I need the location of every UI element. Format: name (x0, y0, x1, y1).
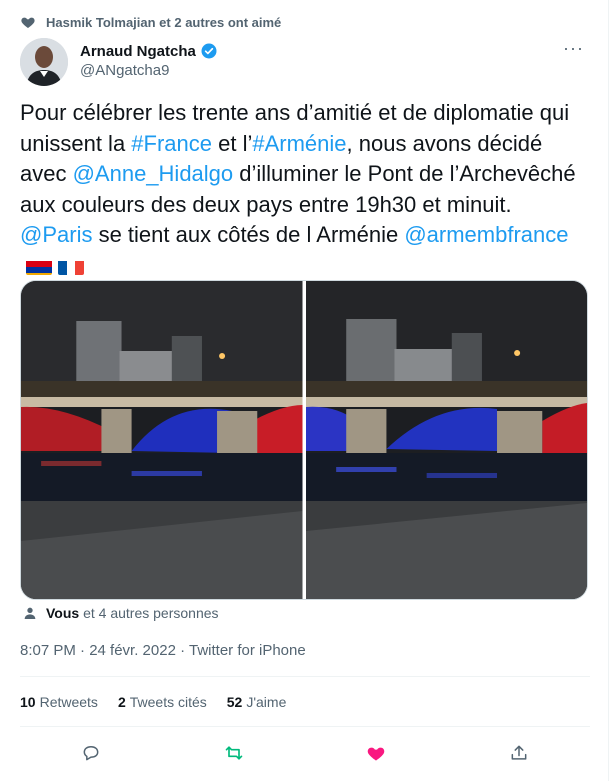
social-context-text: Hasmik Tolmajian et 2 autres ont aimé (46, 14, 282, 30)
mention-armembfrance[interactable]: @armembfrance (404, 222, 568, 247)
likers-rest: et 4 autres personnes (83, 605, 219, 621)
retweets-label: Retweets (39, 694, 98, 710)
divider (20, 726, 590, 727)
tweet-text-segment: se tient aux côtés de l Arménie (92, 222, 405, 247)
author-display-name[interactable]: Arnaud Ngatcha (80, 43, 196, 60)
tweet-card: Hasmik Tolmajian et 2 autres ont aimé Ar… (0, 0, 609, 781)
quotes-label: Tweets cités (129, 694, 207, 710)
retweets-count: 10 (20, 694, 36, 710)
tweet-text: Pour célébrer les trente ans d’amitié et… (20, 98, 590, 281)
divider (20, 676, 590, 677)
likes-label: J'aime (246, 694, 287, 710)
author-block[interactable]: Arnaud Ngatcha @ANgatcha9 (20, 38, 218, 86)
likes-stat[interactable]: 52 J'aime (227, 694, 287, 710)
heart-icon (21, 17, 35, 28)
author-handle[interactable]: @ANgatcha9 (80, 62, 218, 79)
mention-anne-hidalgo[interactable]: @Anne_Hidalgo (73, 161, 234, 186)
hashtag-france[interactable]: #France (131, 131, 212, 156)
quote-tweets-stat[interactable]: 2 Tweets cités (118, 694, 207, 710)
retweet-icon[interactable] (214, 738, 254, 768)
likes-count: 52 (226, 694, 243, 710)
action-bar (20, 738, 590, 768)
likers-bold: Vous (46, 605, 80, 621)
armenia-flag-icon (26, 257, 52, 275)
retweets-stat[interactable]: 10 Retweets (20, 694, 98, 710)
like-icon[interactable] (356, 738, 396, 768)
social-context[interactable]: Hasmik Tolmajian et 2 autres ont aimé (20, 14, 281, 30)
mention-paris[interactable]: @Paris (20, 222, 92, 247)
verified-badge-icon (201, 43, 217, 59)
share-icon[interactable] (499, 738, 539, 768)
quotes-count: 2 (117, 694, 126, 710)
tweet-text-segment: et l’ (212, 130, 253, 156)
likers-summary[interactable]: Vous et 4 autres personnes (22, 605, 219, 621)
tweet-stats: 10 Retweets 2 Tweets cités 52 J'aime (20, 694, 286, 710)
photo-bridge-2[interactable] (305, 281, 587, 599)
person-icon (24, 607, 36, 619)
hashtag-armenie[interactable]: #Arménie (252, 131, 346, 156)
tweet-media[interactable] (20, 280, 588, 600)
more-icon[interactable]: ··· (563, 38, 584, 59)
avatar[interactable] (20, 38, 68, 86)
reply-icon[interactable] (71, 738, 111, 768)
photo-bridge-1[interactable] (21, 281, 303, 599)
france-flag-icon (58, 257, 84, 275)
tweet-meta[interactable]: 8:07 PM · 24 févr. 2022 · Twitter for iP… (20, 642, 306, 659)
